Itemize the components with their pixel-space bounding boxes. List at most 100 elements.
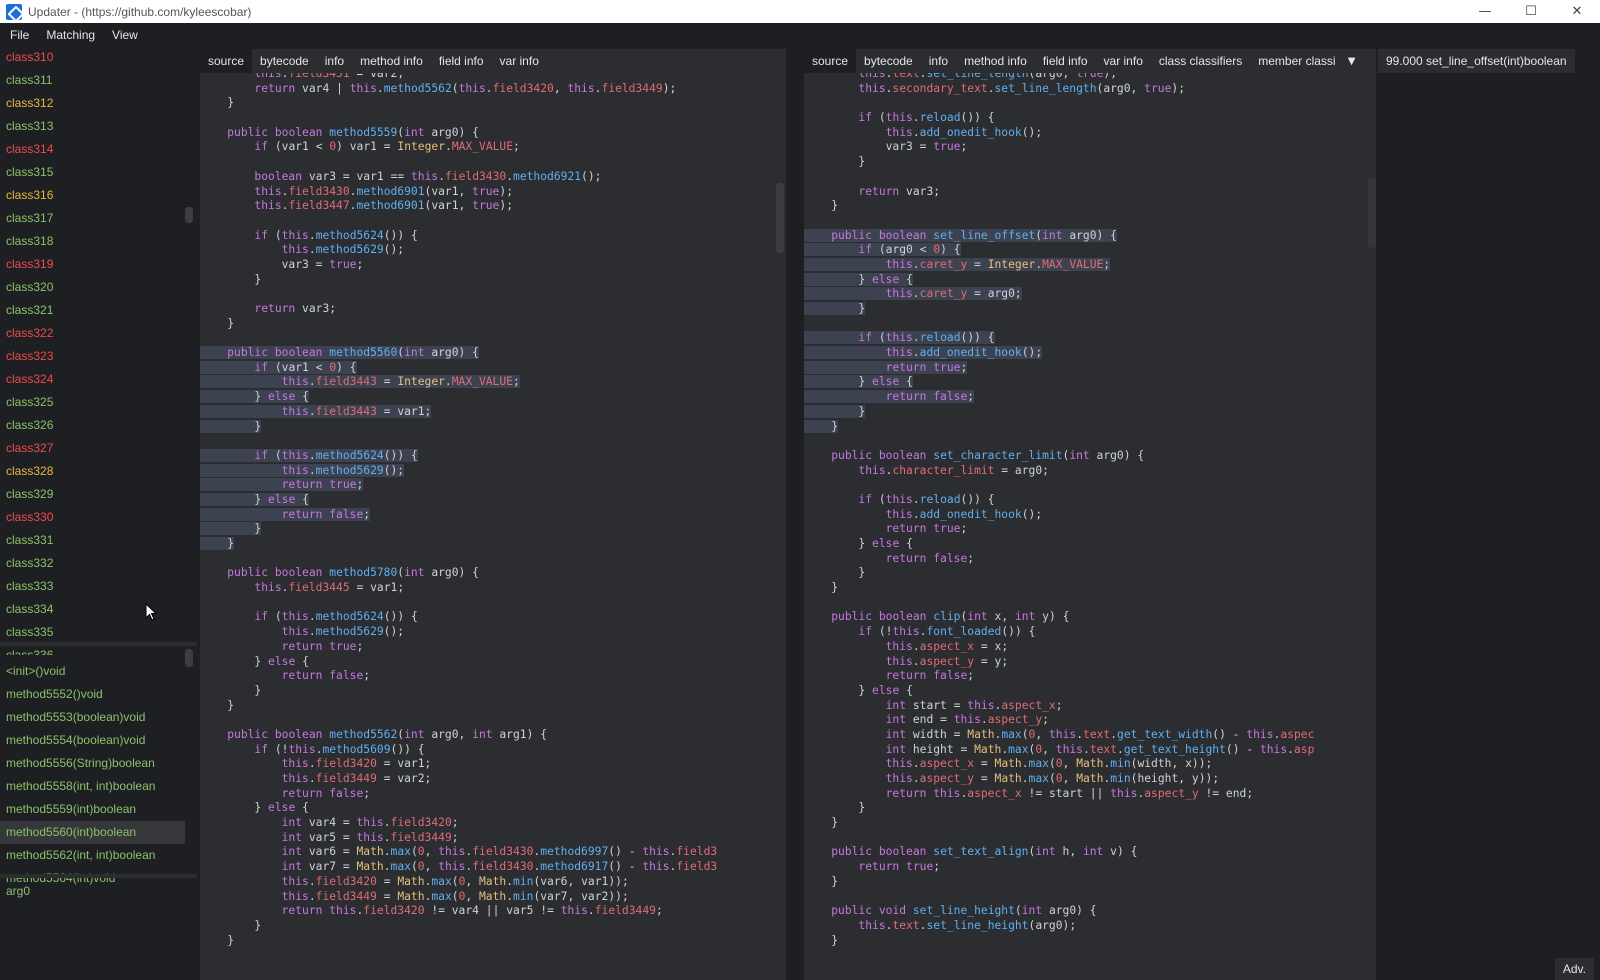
class-list-item[interactable]: class331 — [0, 529, 185, 552]
tab-bytecode[interactable]: bytecode — [856, 49, 921, 73]
class-list-item[interactable]: class332 — [0, 552, 185, 575]
class-list-item[interactable]: class316 — [0, 184, 185, 207]
class-list-item[interactable]: class335 — [0, 621, 185, 644]
class-list-item[interactable]: class321 — [0, 299, 185, 322]
code-line: this.field3447.method6901(var1, true); — [254, 199, 513, 213]
source-code-pane-left[interactable]: this.field3451 = var2; return var4 | thi… — [200, 73, 786, 980]
maximize-icon[interactable]: ☐ — [1508, 0, 1554, 23]
divider[interactable] — [0, 642, 197, 646]
class-list-item[interactable]: class311 — [0, 69, 185, 92]
code-scrollbar[interactable] — [1368, 178, 1376, 248]
chevron-down-icon[interactable]: ▼ — [1344, 49, 1360, 73]
class-list-item[interactable]: class317 — [0, 207, 185, 230]
tab-source[interactable]: source — [200, 49, 253, 73]
tab-info[interactable]: info — [921, 49, 956, 73]
code-line: } — [858, 155, 866, 169]
code-line: if (this.reload()) { — [858, 111, 995, 125]
tab-method-info[interactable]: method info — [352, 49, 431, 73]
member-list-item[interactable]: method5558(int, int)boolean — [0, 775, 185, 798]
class-list-item[interactable]: class312 — [0, 92, 185, 115]
member-list-item[interactable]: method5562(int, int)boolean — [0, 844, 185, 867]
class-list-item[interactable]: class333 — [0, 575, 185, 598]
class-list-item[interactable]: class325 — [0, 391, 185, 414]
tab-var-info[interactable]: var info — [492, 49, 547, 73]
code-line: return true; — [200, 478, 786, 493]
class-list-item[interactable]: class320 — [0, 276, 185, 299]
member-list-item[interactable]: method5556(String)boolean — [0, 752, 185, 775]
member-list-scrollbar[interactable] — [185, 649, 193, 667]
member-list-item[interactable]: method5560(int)boolean — [0, 821, 185, 844]
class-list-item[interactable]: class313 — [0, 115, 185, 138]
code-line: if (arg0 < 0) { — [804, 243, 1376, 258]
code-line: this.field3449 = var2; — [281, 772, 432, 785]
code-line: int var7 = Math.max(0, this.field3430.me… — [281, 860, 718, 874]
code-line: return this.aspect_x != start || this.as… — [885, 786, 1254, 800]
var-list: arg0 — [0, 880, 197, 964]
code-line: if (!this.method5609()) { — [254, 742, 425, 756]
close-icon[interactable]: ✕ — [1554, 0, 1600, 23]
title-bar: Updater - (https://github.com/kyleescoba… — [0, 0, 1600, 23]
tab-var-info[interactable]: var info — [1096, 49, 1151, 73]
tab-info[interactable]: info — [317, 49, 352, 73]
code-line: this.field3443 = var1; — [200, 404, 786, 420]
class-list-item[interactable]: class324 — [0, 368, 185, 391]
tab-class-classifiers[interactable]: class classifiers — [1151, 49, 1250, 73]
code-line: public void set_line_height(int arg0) { — [831, 904, 1097, 918]
code-line: } — [254, 683, 262, 697]
var-item[interactable]: arg0 — [0, 880, 197, 903]
class-list-item[interactable]: class330 — [0, 506, 185, 529]
member-list-item[interactable]: <init>()void — [0, 660, 185, 683]
menu-view[interactable]: View — [105, 28, 145, 42]
code-scrollbar[interactable] — [776, 183, 784, 253]
app-icon — [6, 3, 22, 20]
code-line: } else { — [858, 683, 913, 697]
code-line: this.aspect_x = x; — [885, 639, 1009, 653]
match-score-tab[interactable]: 99.000 set_line_offset(int)boolean — [1378, 49, 1575, 73]
member-list-item[interactable]: method5554(boolean)void — [0, 729, 185, 752]
class-list-item[interactable]: class323 — [0, 345, 185, 368]
class-list-item[interactable]: class334 — [0, 598, 185, 621]
class-list-item[interactable]: class315 — [0, 161, 185, 184]
code-line: if (this.method5624()) { — [200, 448, 786, 464]
tab-member-classifiers[interactable]: member classi — [1250, 49, 1343, 73]
class-list-item[interactable]: class327 — [0, 437, 185, 460]
code-line: this.caret_y = arg0; — [804, 287, 1376, 302]
member-list-item[interactable]: method5552()void — [0, 683, 185, 706]
class-list-item[interactable]: class328 — [0, 460, 185, 483]
code-view: this.text.set_line_length(arg0, true); t… — [804, 73, 1376, 948]
divider[interactable] — [0, 874, 197, 878]
code-line: } — [227, 698, 235, 712]
class-list-item[interactable]: class326 — [0, 414, 185, 437]
source-code-pane-right[interactable]: this.text.set_line_length(arg0, true); t… — [804, 73, 1376, 980]
code-line: this.add_onedit_hook(); — [885, 125, 1043, 139]
class-list-scrollbar[interactable] — [185, 207, 193, 223]
class-list-item[interactable]: class310 — [0, 46, 185, 69]
code-line: public boolean method5780(int arg0) { — [227, 566, 479, 580]
class-list-item[interactable]: class318 — [0, 230, 185, 253]
tab-source[interactable]: source — [804, 49, 857, 73]
class-list-item[interactable]: class319 — [0, 253, 185, 276]
menu-matching[interactable]: Matching — [39, 28, 102, 42]
menu-file[interactable]: File — [3, 28, 36, 42]
tab-field-info[interactable]: field info — [431, 49, 492, 73]
tab-method-info[interactable]: method info — [956, 49, 1035, 73]
member-list-item[interactable]: method5553(boolean)void — [0, 706, 185, 729]
code-line: return false; — [804, 390, 1376, 405]
class-list-item[interactable]: class322 — [0, 322, 185, 345]
class-list-item[interactable]: class329 — [0, 483, 185, 506]
tab-bytecode[interactable]: bytecode — [252, 49, 317, 73]
minimize-icon[interactable]: — — [1462, 0, 1508, 23]
code-line: } — [804, 404, 1376, 420]
advanced-button[interactable]: Adv. — [1554, 958, 1594, 980]
class-list-item[interactable]: class314 — [0, 138, 185, 161]
member-list-item[interactable]: method5559(int)boolean — [0, 798, 185, 821]
code-line: var3 = true; — [281, 257, 364, 271]
tab-field-info[interactable]: field info — [1035, 49, 1096, 73]
